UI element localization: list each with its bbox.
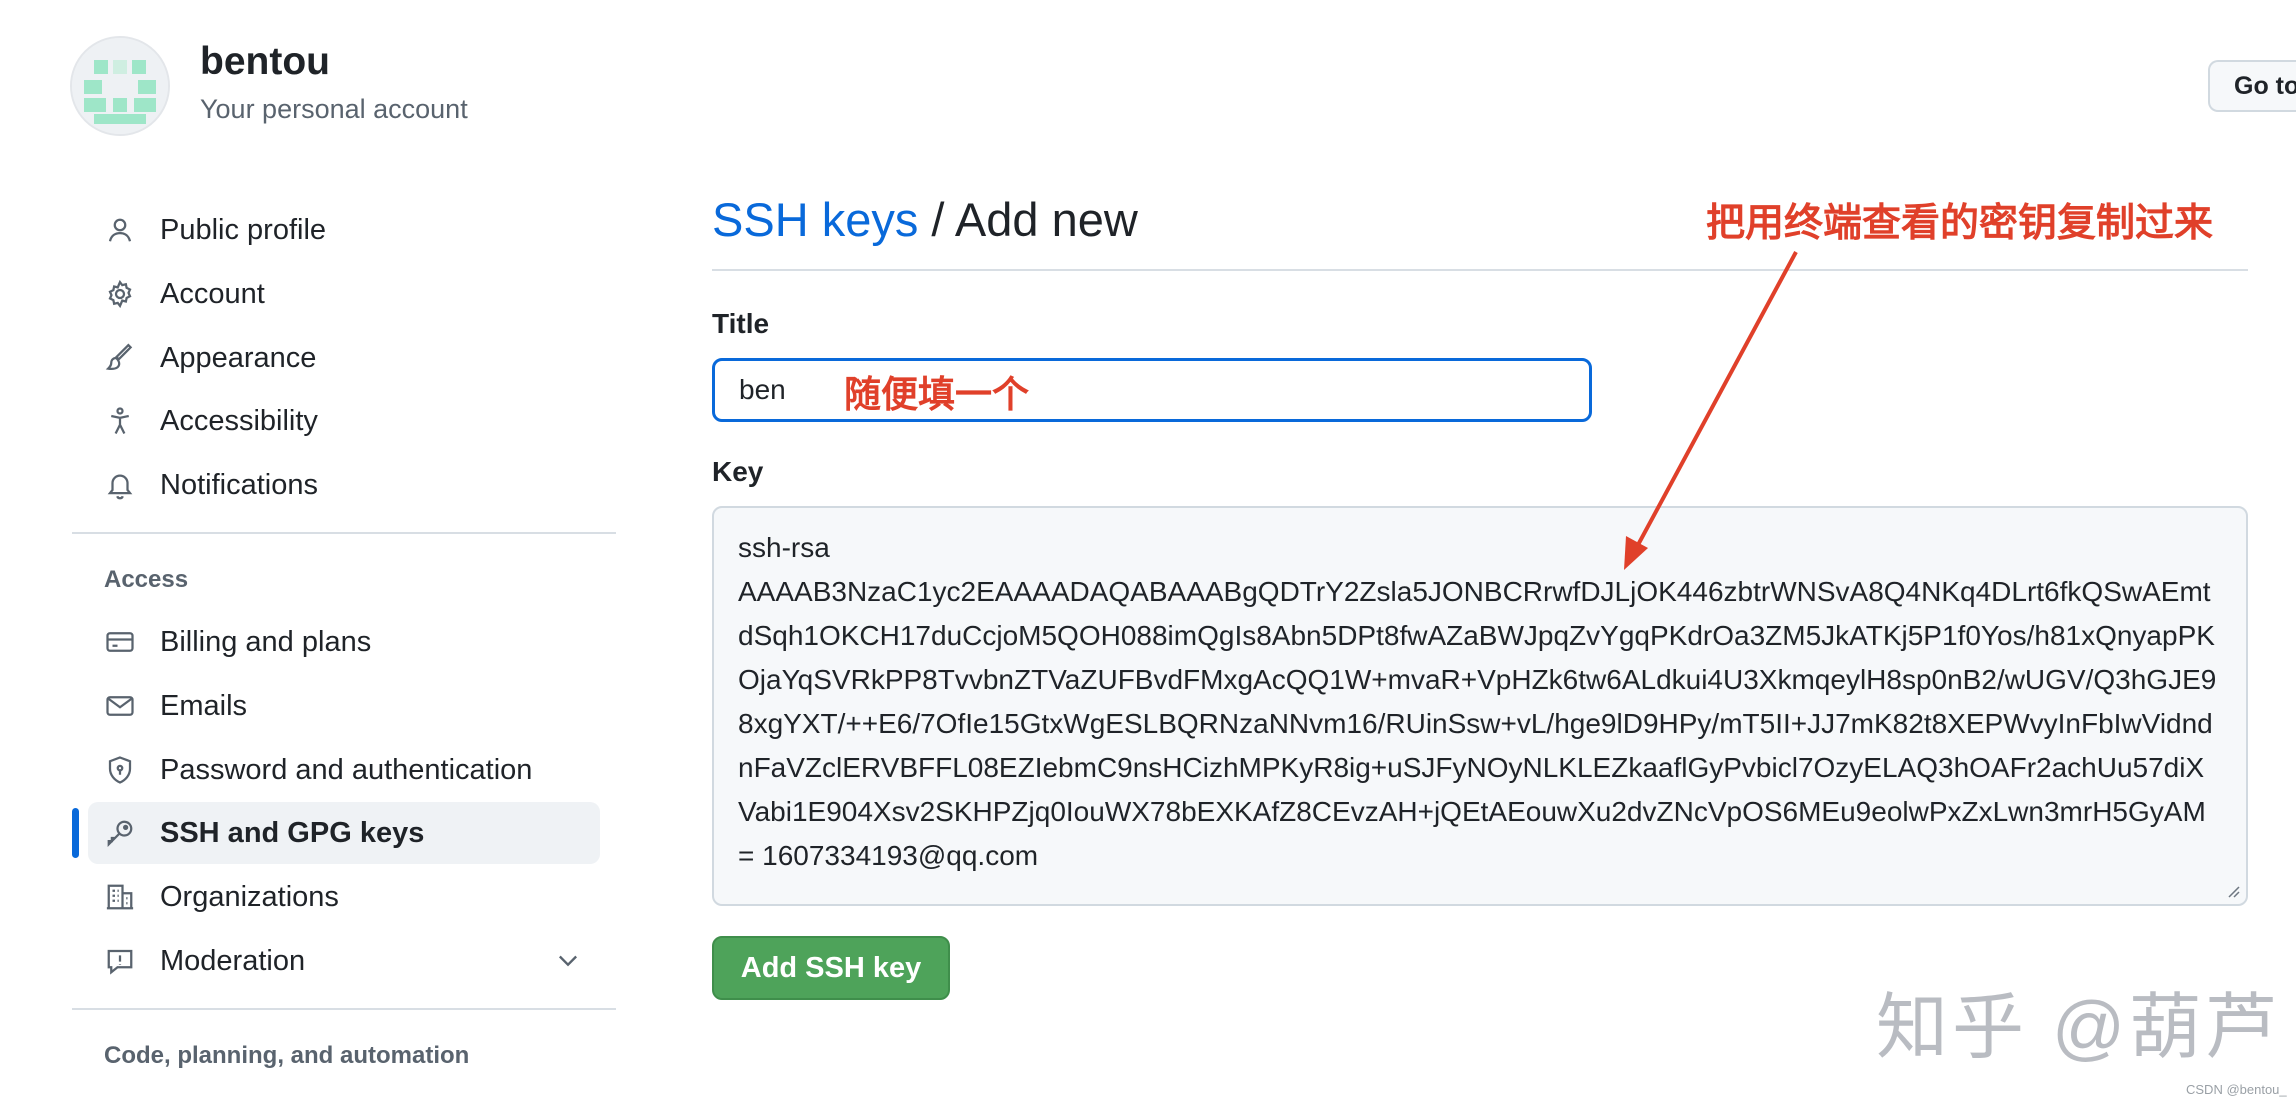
person-icon bbox=[102, 212, 138, 248]
account-subtitle: Your personal account bbox=[200, 94, 468, 124]
report-icon bbox=[102, 943, 138, 979]
account-username: bentou bbox=[200, 40, 330, 83]
breadcrumb-current: / Add new bbox=[918, 193, 1138, 246]
sidebar-item-billing[interactable]: Billing and plans bbox=[88, 611, 600, 673]
sidebar-item-ssh-gpg-keys[interactable]: SSH and GPG keys bbox=[88, 802, 600, 864]
sidebar-heading-code: Code, planning, and automation bbox=[104, 1042, 470, 1069]
chevron-down-icon[interactable] bbox=[554, 946, 582, 982]
sidebar-item-label: Billing and plans bbox=[160, 625, 372, 658]
annotation-arrow-icon bbox=[1624, 251, 1798, 570]
bell-icon bbox=[102, 467, 138, 503]
sidebar-item-label: Password and authentication bbox=[160, 753, 533, 786]
identicon-icon bbox=[72, 38, 168, 134]
add-ssh-key-button[interactable]: Add SSH key bbox=[712, 936, 950, 1000]
title-divider bbox=[712, 269, 2248, 271]
accessibility-icon bbox=[102, 403, 138, 439]
paintbrush-icon bbox=[102, 340, 138, 376]
mail-icon bbox=[102, 688, 138, 724]
sidebar-item-password-authentication[interactable]: Password and authentication bbox=[88, 739, 600, 801]
annotation-title-note: 随便填一个 bbox=[844, 374, 1029, 415]
sidebar-item-moderation[interactable]: Moderation bbox=[88, 930, 600, 992]
sidebar-heading-access: Access bbox=[104, 566, 189, 593]
resize-handle-icon[interactable] bbox=[2224, 882, 2240, 898]
go-to-profile-button[interactable]: Go to bbox=[2208, 60, 2296, 112]
sidebar-item-public-profile[interactable]: Public profile bbox=[88, 199, 600, 261]
key-label: Key bbox=[712, 456, 764, 487]
sidebar-item-appearance[interactable]: Appearance bbox=[88, 327, 600, 389]
sidebar-item-label: Accessibility bbox=[160, 404, 318, 437]
csdn-watermark: CSDN @bentou_ bbox=[2186, 1082, 2287, 1097]
active-indicator bbox=[72, 808, 79, 858]
sidebar-divider bbox=[72, 1008, 616, 1010]
sidebar-item-accessibility[interactable]: Accessibility bbox=[88, 390, 600, 452]
sidebar-item-label: Organizations bbox=[160, 880, 339, 913]
sidebar-item-emails[interactable]: Emails bbox=[88, 675, 600, 737]
sidebar-item-organizations[interactable]: Organizations bbox=[88, 866, 600, 928]
sidebar-item-label: Appearance bbox=[160, 341, 317, 374]
sidebar-item-label: SSH and GPG keys bbox=[160, 816, 425, 849]
key-textarea-value: ssh-rsa AAAAB3NzaC1yc2EAAAADAQABAAABgQDTr… bbox=[738, 532, 2217, 871]
shield-lock-icon bbox=[102, 752, 138, 788]
key-icon bbox=[102, 815, 138, 851]
sidebar-item-label: Public profile bbox=[160, 213, 327, 246]
gear-icon bbox=[102, 276, 138, 312]
sidebar-divider bbox=[72, 532, 616, 534]
sidebar-item-label: Moderation bbox=[160, 944, 306, 977]
title-label: Title bbox=[712, 308, 770, 339]
sidebar-item-account[interactable]: Account bbox=[88, 263, 600, 325]
watermark-text: 知乎 @葫芦 bbox=[1876, 988, 2282, 1068]
avatar[interactable] bbox=[70, 36, 170, 136]
credit-card-icon bbox=[102, 624, 138, 660]
organization-icon bbox=[102, 879, 138, 915]
breadcrumb-ssh-keys-link[interactable]: SSH keys bbox=[712, 193, 918, 246]
sidebar-item-label: Emails bbox=[160, 689, 248, 722]
sidebar-item-label: Notifications bbox=[160, 468, 318, 501]
sidebar-item-notifications[interactable]: Notifications bbox=[88, 454, 600, 516]
page-title: SSH keys / Add new bbox=[712, 192, 1138, 247]
key-textarea[interactable]: ssh-rsa AAAAB3NzaC1yc2EAAAADAQABAAABgQDTr… bbox=[712, 506, 2248, 906]
sidebar-item-label: Account bbox=[160, 277, 265, 310]
